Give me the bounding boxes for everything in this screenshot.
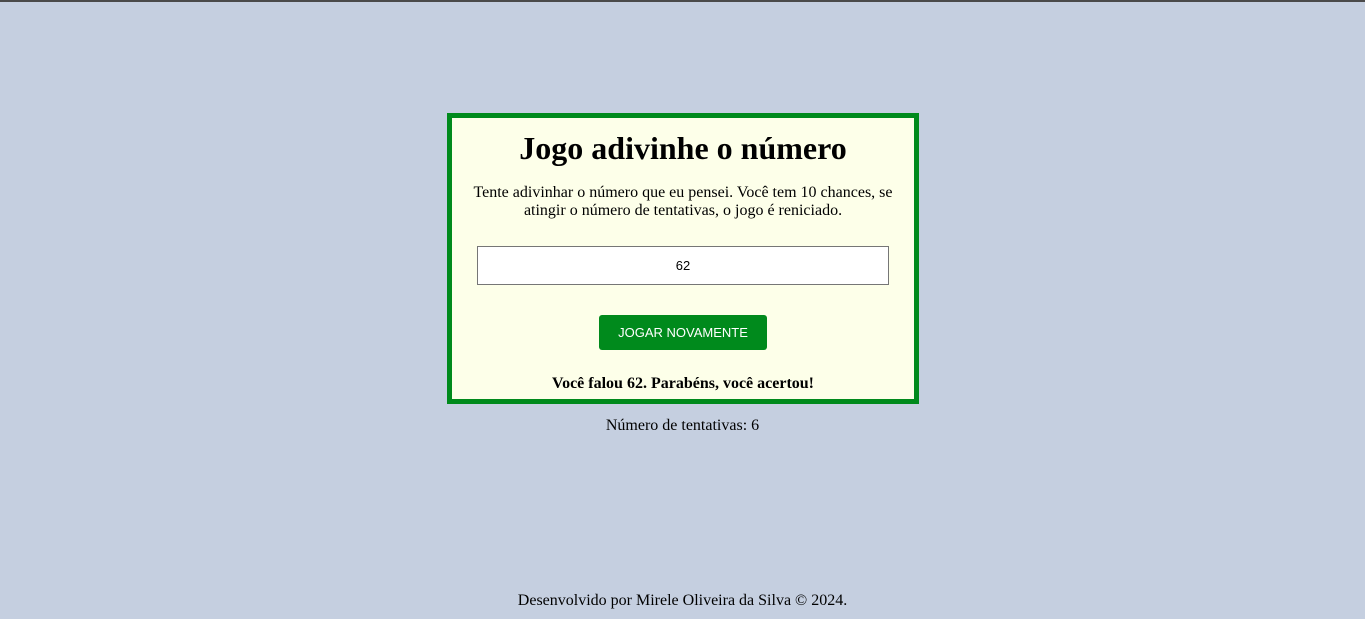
attempts-counter: Número de tentativas: 6 [0, 417, 1365, 435]
guess-input[interactable] [477, 246, 889, 285]
play-again-button[interactable]: JOGAR NOVAMENTE [599, 315, 767, 350]
attempts-label: Número de tentativas: [605, 417, 748, 434]
game-instructions: Tente adivinhar o número que eu pensei. … [473, 184, 893, 219]
result-message: Você falou 62. Parabéns, você acertou! [551, 375, 815, 392]
footer-credits: Desenvolvido por Mirele Oliveira da Silv… [517, 592, 848, 609]
attempts-value: 6 [751, 417, 760, 434]
page-title: Jogo adivinhe o número [519, 130, 847, 166]
game-container: Jogo adivinhe o número Tente adivinhar o… [447, 113, 919, 404]
